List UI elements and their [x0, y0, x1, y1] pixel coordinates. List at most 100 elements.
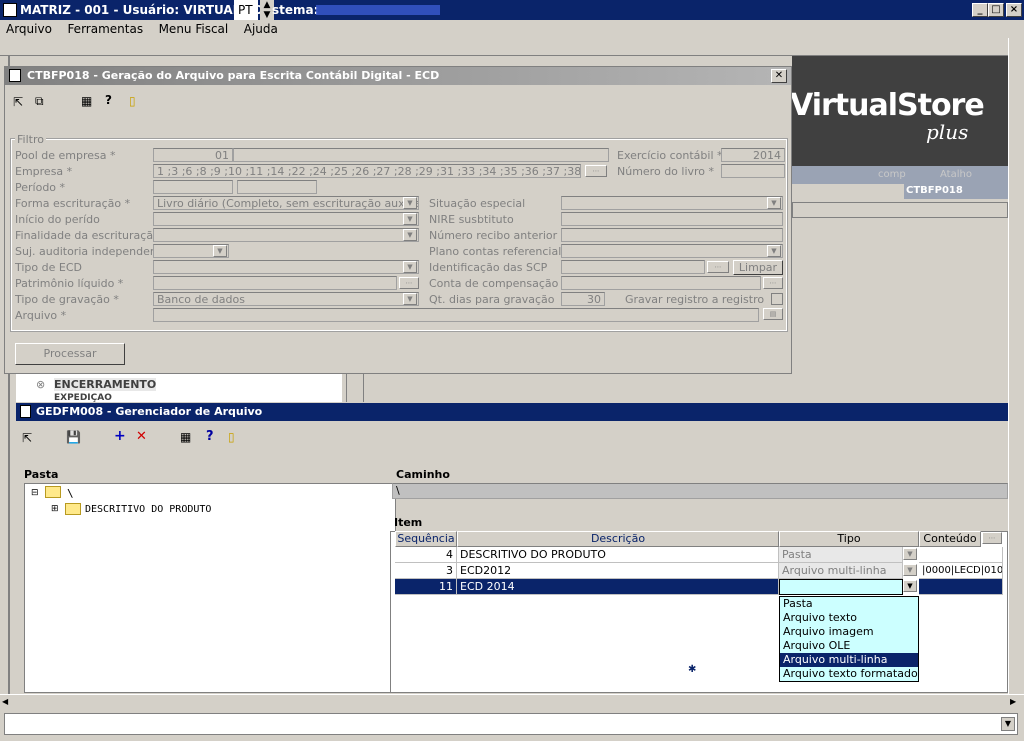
menu-ferramentas[interactable]: Ferramentas	[67, 22, 143, 36]
tree-collapse-icon[interactable]: ⊟	[31, 488, 39, 498]
forma-field[interactable]: Livro diário (Completo, sem escrituração…	[153, 196, 419, 210]
patrimonio-lookup-icon[interactable]: ⋯	[399, 277, 419, 289]
pool-name-field[interactable]	[233, 148, 609, 162]
menu-ajuda[interactable]: Ajuda	[244, 22, 278, 36]
row2-descricao[interactable]: ECD2012	[457, 563, 779, 579]
pasta-tree[interactable]: ⊟ \ ⊞ DESCRITIVO DO PRODUTO	[24, 483, 396, 693]
tipo-gravacao-dropdown-icon[interactable]: ▼	[403, 293, 417, 305]
tipo-option-texto-formatado[interactable]: Arquivo texto formatado	[780, 667, 918, 681]
col-header-tipo[interactable]: Tipo	[779, 531, 919, 547]
row1-sequencia[interactable]: 4	[395, 547, 457, 563]
plano-field[interactable]	[561, 244, 783, 258]
tipo-option-pasta[interactable]: Pasta	[780, 597, 918, 611]
conteudo-lookup-icon[interactable]: ⋯	[982, 532, 1002, 544]
row1-tipo-dropdown-icon[interactable]: ▼	[903, 548, 917, 560]
situacao-dropdown-icon[interactable]: ▼	[767, 197, 781, 209]
col-header-conteudo[interactable]: Conteúdo	[919, 531, 981, 547]
maximize-button[interactable]: □	[988, 3, 1004, 17]
delete-icon[interactable]: ✕	[136, 429, 147, 444]
conta-comp-field[interactable]	[561, 276, 761, 290]
patrimonio-field[interactable]	[153, 276, 397, 290]
bg-divider	[346, 374, 364, 402]
exercicio-field[interactable]: 2014	[721, 148, 785, 162]
exit-icon[interactable]: ⇱	[22, 431, 32, 445]
row3-tipo-dropdown-icon[interactable]: ▼	[903, 580, 917, 592]
plano-dropdown-icon[interactable]: ▼	[767, 245, 781, 257]
row3-sequencia[interactable]: 11	[395, 579, 457, 595]
periodo-end-field[interactable]	[237, 180, 317, 194]
main-vertical-scrollbar[interactable]	[1008, 38, 1024, 694]
row2-tipo-dropdown-icon[interactable]: ▼	[903, 564, 917, 576]
tipo-ecd-dropdown-icon[interactable]: ▼	[403, 261, 417, 273]
limpar-button[interactable]: Limpar	[733, 260, 783, 275]
add-icon[interactable]: +	[114, 428, 126, 444]
row2-conteudo[interactable]: |0000|LECD|0101	[919, 563, 1003, 579]
status-dropdown-icon[interactable]: ▼	[1001, 717, 1015, 731]
door-icon[interactable]: ▯	[228, 430, 235, 444]
tipo-option-texto[interactable]: Arquivo texto	[780, 611, 918, 625]
tree-expand-icon[interactable]: ⊞	[51, 504, 59, 514]
help-icon[interactable]: ?	[206, 429, 214, 444]
col-header-sequencia[interactable]: Sequência	[395, 531, 457, 547]
app-icon	[3, 3, 17, 17]
calendar-icon[interactable]: ▦	[180, 430, 191, 444]
tipo-gravacao-field[interactable]: Banco de dados	[153, 292, 419, 306]
scp-field[interactable]	[561, 260, 705, 274]
language-indicator[interactable]: PT	[234, 0, 258, 20]
periodo-start-field[interactable]	[153, 180, 233, 194]
tipo-ecd-field[interactable]	[153, 260, 419, 274]
tree-root-label[interactable]: \	[67, 487, 74, 500]
tree-item-encerramento[interactable]: ENCERRAMENTO	[54, 378, 157, 391]
arquivo-field[interactable]	[153, 308, 759, 322]
row3-tipo-combo[interactable]	[779, 579, 903, 595]
row1-conteudo[interactable]	[919, 547, 1003, 563]
door-icon[interactable]: ▯	[129, 94, 136, 108]
row2-tipo[interactable]: Arquivo multi-linha	[779, 563, 903, 579]
arquivo-browse-icon[interactable]: ▤	[763, 308, 783, 320]
row2-sequencia[interactable]: 3	[395, 563, 457, 579]
tipo-option-imagem[interactable]: Arquivo imagem	[780, 625, 918, 639]
scroll-left-icon[interactable]: ◀	[2, 697, 8, 706]
col-header-descricao[interactable]: Descrição	[457, 531, 779, 547]
row3-conteudo[interactable]	[919, 579, 1003, 595]
empresa-field[interactable]: 1 ;3 ;6 ;8 ;9 ;10 ;11 ;14 ;22 ;24 ;25 ;2…	[153, 164, 581, 178]
ecd-dialog-close-icon[interactable]: ✕	[771, 69, 787, 83]
numero-livro-field[interactable]	[721, 164, 785, 178]
tipo-option-ole[interactable]: Arquivo OLE	[780, 639, 918, 653]
menu-fiscal[interactable]: Menu Fiscal	[159, 22, 229, 36]
scp-lookup-icon[interactable]: ⋯	[707, 261, 729, 273]
processar-button[interactable]: Processar	[15, 343, 125, 365]
empresa-lookup-icon[interactable]: ⋯	[585, 165, 607, 177]
row1-tipo[interactable]: Pasta	[779, 547, 903, 563]
conta-comp-lookup-icon[interactable]: ⋯	[763, 277, 783, 289]
status-combo[interactable]: ▼	[4, 713, 1018, 735]
nire-field[interactable]	[561, 212, 783, 226]
tree-item-expedicao[interactable]: EXPEDIÇÃO	[54, 393, 112, 402]
finalidade-field[interactable]	[153, 228, 419, 242]
row3-descricao[interactable]: ECD 2014	[457, 579, 779, 595]
row1-descricao[interactable]: DESCRITIVO DO PRODUTO	[457, 547, 779, 563]
minimize-button[interactable]: _	[972, 3, 988, 17]
forma-dropdown-icon[interactable]: ▼	[403, 197, 417, 209]
caminho-field[interactable]: \	[392, 483, 1008, 499]
tipo-option-multilinha[interactable]: Arquivo multi-linha	[780, 653, 918, 667]
situacao-field[interactable]	[561, 196, 783, 210]
inicio-dropdown-icon[interactable]: ▼	[403, 213, 417, 225]
suj-dropdown-icon[interactable]: ▼	[213, 245, 227, 257]
save-icon[interactable]: 💾	[66, 430, 81, 444]
exit-icon[interactable]: ⇱	[13, 95, 23, 109]
copy-icon[interactable]: ⧉	[35, 94, 44, 109]
calendar-icon[interactable]: ▦	[81, 94, 92, 108]
horizontal-scrollbar[interactable]: ◀ ▶	[0, 694, 1024, 710]
inicio-field[interactable]	[153, 212, 419, 226]
menu-arquivo[interactable]: Arquivo	[6, 22, 52, 36]
scroll-right-icon[interactable]: ▶	[1010, 697, 1016, 706]
qt-dias-field[interactable]: 30	[561, 292, 605, 306]
recibo-field[interactable]	[561, 228, 783, 242]
pool-field[interactable]: 01	[153, 148, 233, 162]
gravar-checkbox[interactable]	[771, 293, 783, 305]
finalidade-dropdown-icon[interactable]: ▼	[403, 229, 417, 241]
close-button[interactable]: ×	[1006, 3, 1022, 17]
tree-child-label[interactable]: DESCRITIVO DO PRODUTO	[85, 504, 211, 515]
help-icon[interactable]: ?	[105, 93, 112, 107]
